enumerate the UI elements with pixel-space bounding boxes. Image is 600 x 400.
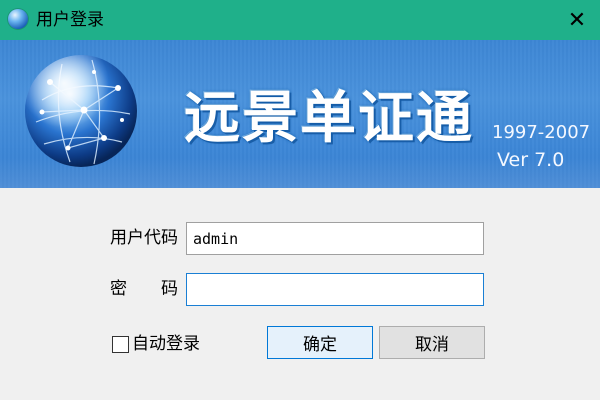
cancel-button[interactable]: 取消 (379, 326, 485, 359)
version-label: Ver 7.0 (497, 149, 565, 171)
banner: 远景单证通 1997-2007 Ver 7.0 (0, 40, 600, 188)
user-code-label: 用户代码 (110, 228, 178, 248)
password-input[interactable] (186, 273, 484, 306)
password-label-char-1: 密 (110, 279, 127, 299)
product-name: 远景单证通 (184, 85, 474, 151)
auto-login-option[interactable]: 自动登录 (112, 333, 200, 355)
window-title: 用户登录 (36, 10, 104, 30)
copyright-years: 1997-2007 (492, 122, 591, 143)
globe-icon (8, 9, 28, 29)
password-label: 密码 (110, 278, 178, 300)
password-label-char-2: 码 (161, 279, 178, 299)
user-code-input[interactable] (186, 222, 484, 255)
close-button[interactable]: ✕ (554, 0, 600, 40)
auto-login-label: 自动登录 (132, 334, 200, 354)
title-bar: 用户登录 ✕ (0, 0, 600, 40)
globe-logo-icon (25, 55, 137, 167)
auto-login-checkbox[interactable] (112, 335, 129, 353)
ok-button[interactable]: 确定 (267, 326, 373, 359)
